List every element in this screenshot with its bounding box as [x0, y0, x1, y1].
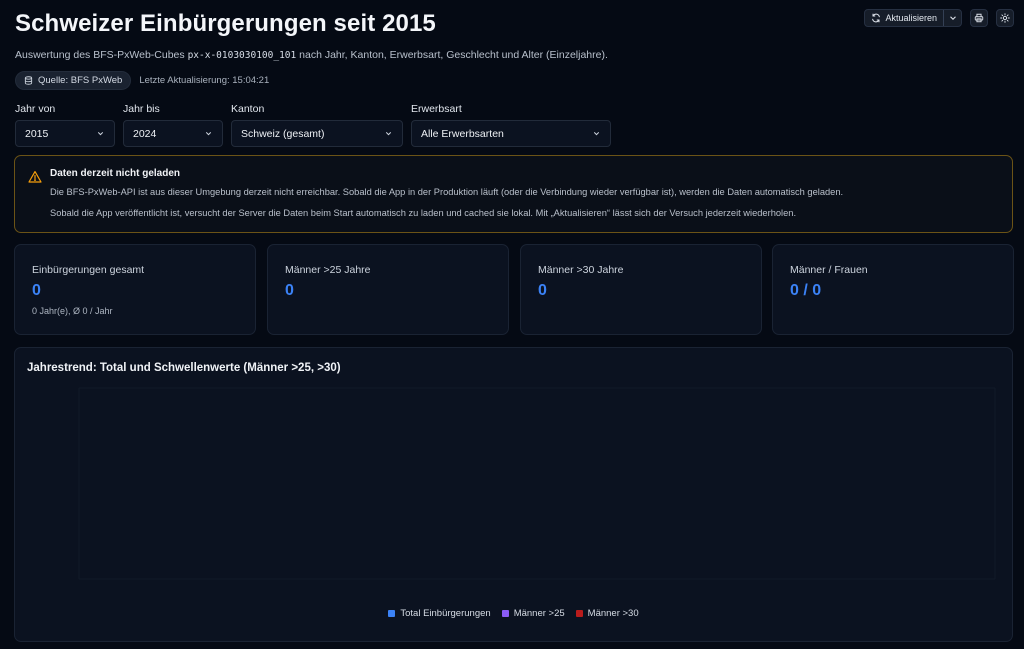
chevron-down-icon [97, 132, 104, 136]
refresh-split-button: Aktualisieren [864, 9, 962, 27]
filter-acquisition-label: Erwerbsart [411, 103, 462, 115]
legend-item-men-over-30[interactable]: Männer >30 [575, 608, 639, 619]
filter-canton: Kanton Schweiz (gesamt) [231, 103, 403, 147]
filter-year-to-label: Jahr bis [123, 103, 160, 115]
refresh-button[interactable]: Aktualisieren [865, 10, 943, 26]
chart-grid [78, 387, 996, 580]
legend-label: Total Einbürgerungen [400, 608, 491, 619]
filter-year-from: Jahr von 2015 [15, 103, 115, 147]
kpi-value: 0 [32, 282, 41, 299]
kpi-card-men-women: Männer / Frauen 0 / 0 [772, 244, 1014, 335]
legend-swatch [575, 610, 583, 617]
year-from-value: 2015 [25, 127, 49, 140]
legend-swatch [501, 610, 509, 617]
cube-id: px-x-0103030100_101 [187, 50, 297, 61]
kpi-subtext: 0 Jahr(e), Ø 0 / Jahr [32, 306, 113, 316]
acquisition-select[interactable]: Alle Erwerbsarten [411, 120, 611, 147]
kpi-label: Männer >30 Jahre [538, 264, 624, 276]
kpi-card-men-over-30: Männer >30 Jahre 0 [520, 244, 762, 335]
source-badge-label: Quelle: BFS PxWeb [38, 75, 123, 86]
canton-select[interactable]: Schweiz (gesamt) [231, 120, 403, 147]
kpi-label: Männer / Frauen [790, 264, 868, 276]
kpi-value: 0 / 0 [790, 282, 822, 299]
printer-icon [974, 13, 984, 23]
alert-title: Daten derzeit nicht geladen [50, 168, 181, 179]
legend-item-men-over-25[interactable]: Männer >25 [501, 608, 565, 619]
chart-title: Jahrestrend: Total und Schwellenwerte (M… [27, 362, 341, 374]
trend-chart [78, 387, 996, 580]
refresh-button-label: Aktualisieren [885, 13, 937, 23]
theme-toggle-button[interactable] [996, 9, 1014, 27]
toolbar: Aktualisieren [864, 9, 1014, 27]
alert-text-1: Die BFS-PxWeb-API ist aus dieser Umgebun… [50, 187, 844, 197]
chevron-down-icon [385, 132, 392, 136]
legend-swatch [388, 610, 396, 617]
kpi-card-men-over-25: Männer >25 Jahre 0 [267, 244, 509, 335]
filter-canton-label: Kanton [231, 103, 265, 115]
filter-acquisition: Erwerbsart Alle Erwerbsarten [411, 103, 611, 147]
kpi-label: Einbürgerungen gesamt [32, 264, 145, 276]
meta-row: Quelle: BFS PxWeb Letzte Aktualisierung:… [15, 71, 269, 90]
year-to-select[interactable]: 2024 [123, 120, 223, 147]
year-from-select[interactable]: 2015 [15, 120, 115, 147]
chevron-down-icon [593, 132, 600, 136]
legend-item-total[interactable]: Total Einbürgerungen [388, 608, 491, 619]
sun-icon [1000, 13, 1010, 23]
trend-chart-panel: Jahrestrend: Total und Schwellenwerte (M… [14, 347, 1013, 642]
page-subtitle: Auswertung des BFS-PxWeb-Cubes px-x-0103… [15, 49, 608, 61]
data-not-loaded-alert: Daten derzeit nicht geladen Die BFS-PxWe… [14, 155, 1013, 233]
chart-legend: Total Einbürgerungen Männer >25 Männer >… [15, 608, 1012, 619]
kpi-value: 0 [285, 282, 294, 299]
print-button[interactable] [970, 9, 988, 27]
legend-label: Männer >25 [513, 608, 565, 619]
legend-label: Männer >30 [587, 608, 639, 619]
subtitle-text-end: nach Jahr, Kanton, Erwerbsart, Geschlech… [296, 49, 608, 61]
filter-year-to: Jahr bis 2024 [123, 103, 223, 147]
last-update: Letzte Aktualisierung: 15:04:21 [139, 75, 270, 86]
subtitle-text: Auswertung des BFS-PxWeb-Cubes [15, 49, 188, 61]
page-title: Schweizer Einbürgerungen seit 2015 [15, 10, 436, 37]
alert-text-2: Sobald die App veröffentlicht ist, versu… [50, 208, 797, 218]
chevron-down-icon [949, 16, 956, 21]
refresh-icon [872, 13, 881, 23]
chevron-down-icon [205, 132, 212, 136]
kpi-label: Männer >25 Jahre [285, 264, 371, 276]
acquisition-value: Alle Erwerbsarten [421, 127, 504, 140]
database-icon [24, 76, 33, 85]
kpi-card-total: Einbürgerungen gesamt 0 0 Jahr(e), Ø 0 /… [14, 244, 256, 335]
refresh-options-button[interactable] [943, 10, 961, 26]
year-to-value: 2024 [133, 127, 157, 140]
kpi-value: 0 [538, 282, 547, 299]
warning-icon [28, 171, 42, 183]
page: Schweizer Einbürgerungen seit 2015 Auswe… [0, 0, 1024, 649]
source-badge: Quelle: BFS PxWeb [15, 71, 132, 90]
filter-year-from-label: Jahr von [15, 103, 56, 115]
canton-value: Schweiz (gesamt) [241, 127, 325, 140]
